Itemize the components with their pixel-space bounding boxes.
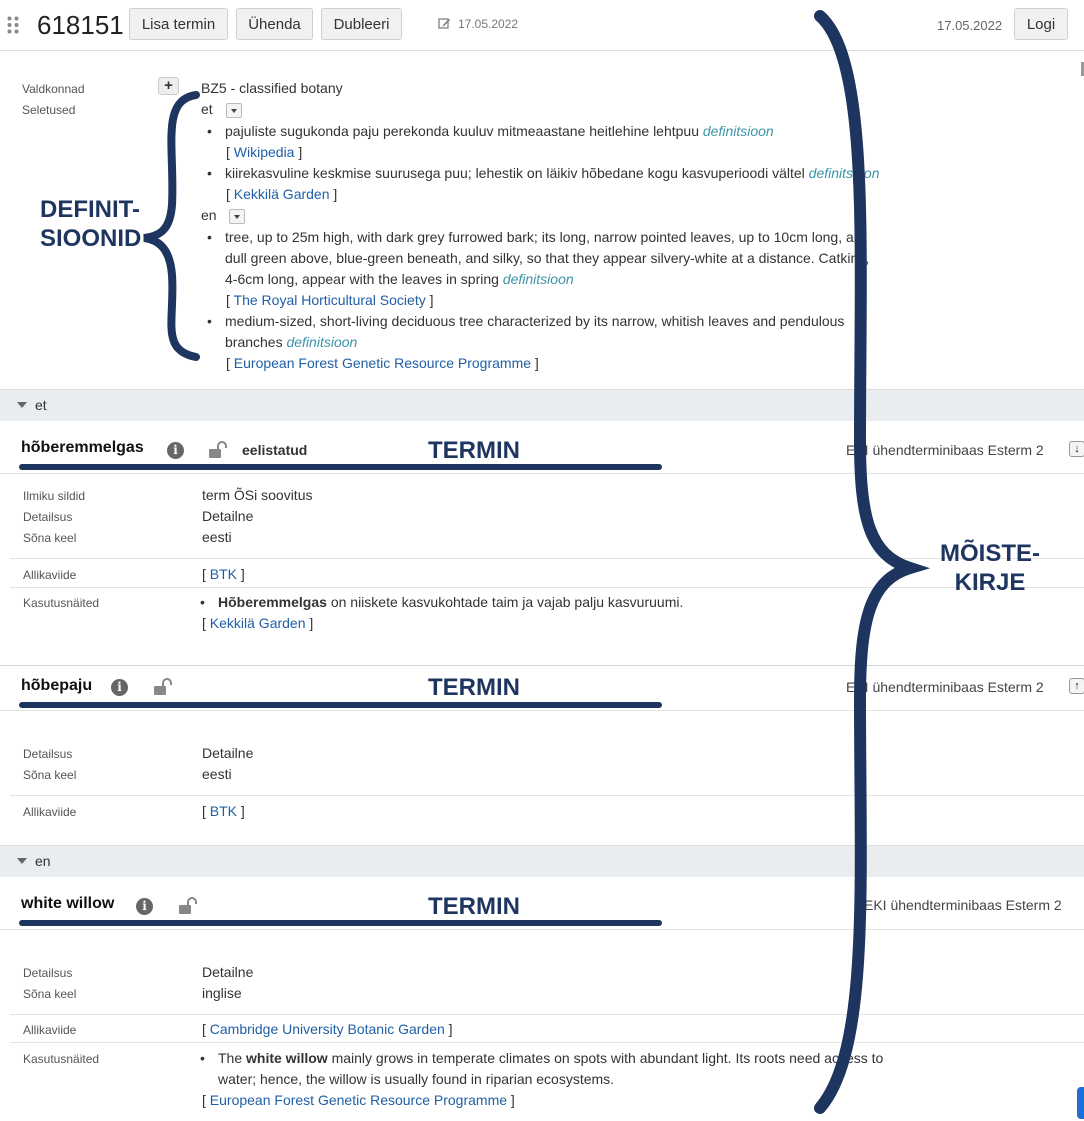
definition-source: [ European Forest Genetic Resource Progr… <box>226 355 539 371</box>
field-label: Ilmiku sildid <box>23 489 86 503</box>
field-label: Sõna keel <box>23 531 77 545</box>
field-value: Detailne <box>202 508 254 524</box>
field-value: term ÕSi soovitus <box>202 487 313 503</box>
duplicate-button[interactable]: Dubleeri <box>321 8 402 40</box>
term-name[interactable]: white willow <box>21 895 114 913</box>
usage-example: Hõberemmelgas on niiskete kasvukohtade t… <box>200 592 683 613</box>
term-annotation: TERMIN <box>428 437 520 464</box>
term-source: [ BTK ] <box>202 566 245 582</box>
collapse-triangle-icon <box>17 858 27 864</box>
term-source: [ BTK ] <box>202 803 245 819</box>
info-icon[interactable]: i <box>111 679 128 696</box>
lang-section-label: et <box>35 397 47 413</box>
concept-entry-annotation: MÕISTE- KIRJE <box>940 540 1040 596</box>
example-source-link[interactable]: European Forest Genetic Resource Program… <box>210 1092 507 1108</box>
info-icon[interactable]: i <box>167 442 184 459</box>
unlock-icon[interactable] <box>152 678 174 696</box>
term-source: [ Cambridge University Botanic Garden ] <box>202 1021 453 1037</box>
definition-item: medium-sized, short-living deciduous tre… <box>207 311 844 353</box>
example-source: [ Kekkilä Garden ] <box>202 615 314 631</box>
unlock-icon[interactable] <box>177 897 199 915</box>
source-label: Allikaviide <box>23 1023 77 1037</box>
term-underline <box>19 920 662 926</box>
field-value: Detailne <box>202 964 254 980</box>
example-source: [ European Forest Genetic Resource Progr… <box>202 1092 515 1108</box>
field-label: Detailsus <box>23 966 73 980</box>
chat-widget-edge[interactable] <box>1077 1087 1084 1119</box>
definition-item: pajuliste sugukonda paju perekonda kuulu… <box>207 121 774 142</box>
term-underline <box>19 702 662 708</box>
field-value: inglise <box>202 985 242 1001</box>
move-down-button[interactable]: ↓ <box>1069 441 1084 457</box>
source-label: Allikaviide <box>23 568 77 582</box>
field-label: Detailsus <box>23 510 73 524</box>
field-label: Sõna keel <box>23 987 77 1001</box>
info-icon[interactable]: i <box>136 898 153 915</box>
definition-source-link[interactable]: European Forest Genetic Resource Program… <box>234 355 531 371</box>
concept-entry-brace <box>814 10 931 1114</box>
term-underline <box>19 464 662 470</box>
example-label: Kasutusnäited <box>23 1052 100 1066</box>
field-value: eesti <box>202 529 232 545</box>
lang-section-label: en <box>35 853 51 869</box>
field-value: eesti <box>202 766 232 782</box>
edited-date: 17.05.2022 <box>458 17 519 31</box>
collapse-triangle-icon <box>17 402 27 408</box>
definition-source-link[interactable]: The Royal Horticultural Society <box>234 292 426 308</box>
term-annotation: TERMIN <box>428 893 520 920</box>
example-label: Kasutusnäited <box>23 596 100 610</box>
term-name[interactable]: hõberemmelgas <box>21 439 144 457</box>
example-source-link[interactable]: Kekkilä Garden <box>210 615 306 631</box>
log-button[interactable]: Logi <box>1014 8 1068 40</box>
source-label: Allikaviide <box>23 805 77 819</box>
definitions-brace <box>143 91 200 361</box>
edit-icon <box>438 17 451 30</box>
term-name[interactable]: hõbepaju <box>21 677 92 695</box>
term-source-link[interactable]: Cambridge University Botanic Garden <box>210 1021 445 1037</box>
move-up-button[interactable]: ↑ <box>1069 678 1084 694</box>
term-annotation: TERMIN <box>428 674 520 701</box>
unlock-icon[interactable] <box>207 441 229 459</box>
term-status: eelistatud <box>242 442 308 458</box>
field-label: Detailsus <box>23 747 73 761</box>
field-value: Detailne <box>202 745 254 761</box>
definition-item: tree, up to 25m high, with dark grey fur… <box>207 227 869 290</box>
last-date: 17.05.2022 <box>937 18 1003 33</box>
field-label: Sõna keel <box>23 768 77 782</box>
term-source-link[interactable]: BTK <box>210 566 237 582</box>
term-source-link[interactable]: BTK <box>210 803 237 819</box>
